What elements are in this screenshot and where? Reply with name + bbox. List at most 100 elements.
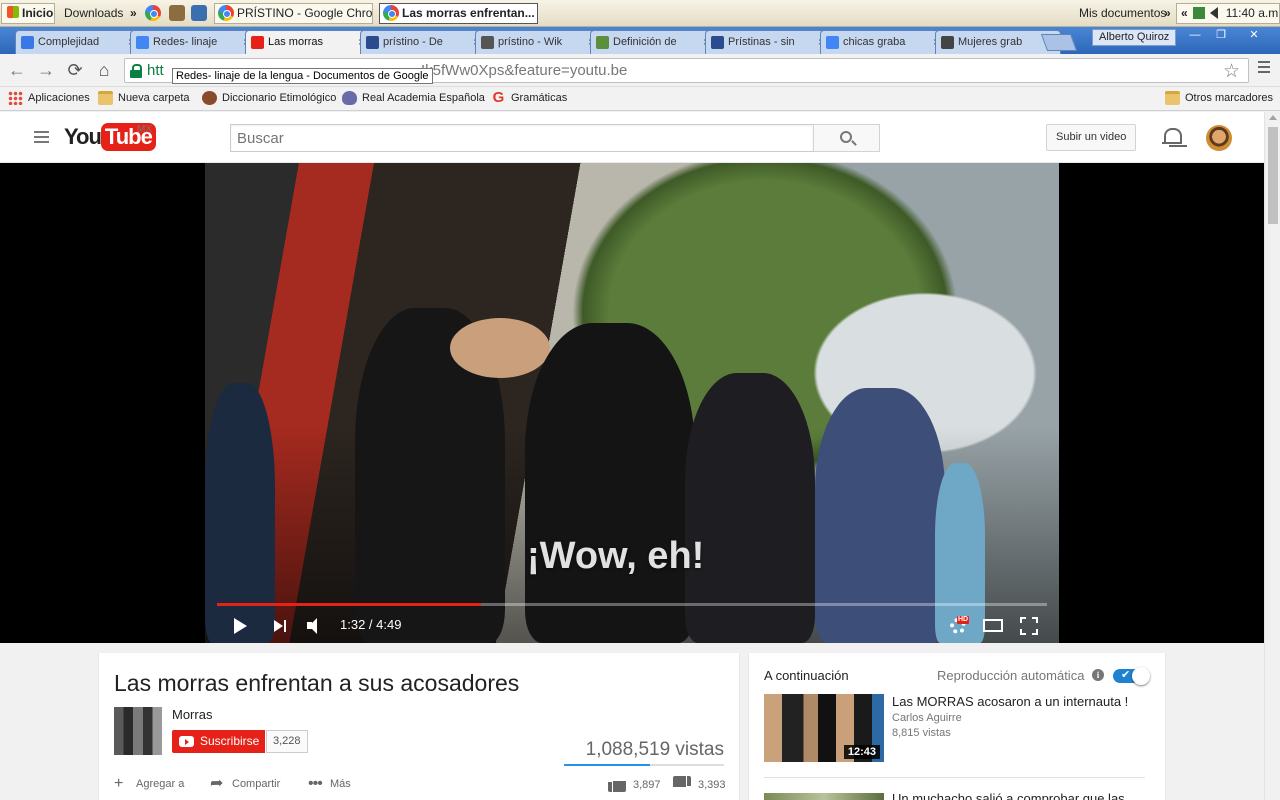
search-button[interactable]: [813, 124, 880, 152]
browser-tab[interactable]: Las morras×: [245, 30, 371, 55]
reload-button[interactable]: ⟳: [64, 60, 86, 82]
profile-button[interactable]: Alberto Quiroz: [1092, 29, 1177, 46]
channel-name[interactable]: Morras: [172, 707, 212, 722]
thumbs-up-icon[interactable]: [608, 776, 626, 792]
bookmark-star-icon[interactable]: ☆: [1223, 60, 1240, 83]
video-figure: [525, 323, 695, 643]
add-to-button[interactable]: + Agregar a: [114, 775, 185, 792]
gramaticas-icon: G: [492, 89, 505, 106]
taskbar-window-active[interactable]: Las morras enfrentan...: [379, 3, 538, 24]
more-button[interactable]: ••• Más: [308, 775, 351, 792]
page-scrollbar[interactable]: [1264, 112, 1280, 800]
youtube-icon: [251, 36, 264, 49]
browser-tab[interactable]: prístino - Wik×: [475, 30, 601, 54]
browser-tab[interactable]: Redes- linaje×: [130, 30, 256, 54]
recommendation-title[interactable]: Un muchacho salió a comprobar que las: [892, 791, 1125, 800]
taskbar-window-label: Las morras enfrentan...: [402, 6, 535, 20]
tab-tooltip: Redes- linaje de la lengua - Documentos …: [172, 68, 433, 84]
thumbs-down-icon[interactable]: [673, 776, 691, 792]
subscribe-button[interactable]: Suscribirse: [172, 730, 266, 753]
quicklaunch-chevron-icon[interactable]: »: [124, 3, 143, 24]
subscribe-label: Suscribirse: [200, 734, 260, 748]
recommendation-title[interactable]: Las MORRAS acosaron a un internauta !: [892, 694, 1142, 709]
home-button[interactable]: ⌂: [93, 60, 115, 82]
bookmark-other[interactable]: Otros marcadores: [1165, 91, 1273, 106]
bookmark-rae[interactable]: Real Academia Española: [342, 91, 485, 106]
video-player[interactable]: ¡Wow, eh! 1:32 / 4:49 HD: [0, 163, 1264, 643]
chrome-menu-icon[interactable]: [1258, 61, 1270, 73]
tray-expand-icon[interactable]: «: [1181, 6, 1188, 20]
app-quicklaunch-icon[interactable]: [169, 5, 185, 21]
downloads-shortcut[interactable]: Downloads: [58, 3, 129, 24]
upload-button[interactable]: Subir un video: [1046, 124, 1137, 151]
start-label: Inicio: [22, 6, 54, 20]
tab-title: Redes- linaje: [153, 36, 218, 48]
autoplay-toggle[interactable]: ✔: [1113, 667, 1150, 685]
progress-bar[interactable]: [217, 603, 1047, 606]
volume-tray-icon[interactable]: [1210, 7, 1219, 19]
bookmark-apps[interactable]: Aplicaciones: [8, 91, 90, 106]
bookmark-gramaticas[interactable]: G Gramáticas: [491, 89, 568, 106]
new-tab-button[interactable]: [1040, 34, 1078, 51]
os-taskbar: Inicio Downloads » PRÍSTINO - Google Chr…: [0, 0, 1280, 27]
bookmark-diccionario[interactable]: Diccionario Etimológico: [202, 91, 336, 106]
theater-mode-icon[interactable]: [983, 619, 1003, 632]
lock-icon[interactable]: [130, 64, 142, 78]
fullscreen-icon[interactable]: [1020, 617, 1038, 635]
divider: [764, 777, 1145, 778]
share-button[interactable]: ➦ Compartir: [210, 775, 280, 792]
browser-tab[interactable]: chicas graba×: [820, 30, 946, 54]
recommendation-channel[interactable]: Carlos Aguirre: [892, 712, 962, 724]
chrome-quicklaunch-icon[interactable]: [145, 5, 161, 21]
restore-button[interactable]: ❐: [1208, 28, 1234, 44]
folder-icon: [1165, 91, 1180, 105]
up-next-heading: A continuación: [764, 668, 849, 683]
clock[interactable]: 11:40 a.m.: [1226, 6, 1279, 20]
search-box[interactable]: [230, 124, 814, 152]
channel-thumbnail[interactable]: [114, 707, 162, 755]
google-icon: [826, 36, 839, 49]
start-button[interactable]: Inicio: [1, 3, 55, 24]
browser-tab[interactable]: Complejidad×: [15, 30, 141, 54]
folder-icon: [98, 91, 113, 105]
network-icon[interactable]: [1193, 7, 1206, 19]
tab-title: prístino - De: [383, 36, 443, 48]
account-avatar[interactable]: [1206, 125, 1232, 151]
bookmark-label: Gramáticas: [511, 92, 568, 104]
recommendation-thumbnail[interactable]: 12:43: [764, 694, 884, 762]
apps-icon: [8, 91, 23, 105]
browser-tab[interactable]: prístino - De×: [360, 30, 486, 54]
info-icon[interactable]: i: [1092, 669, 1104, 681]
hd-badge: HD: [957, 616, 970, 624]
plus-icon: +: [114, 775, 124, 792]
scrollbar-thumb[interactable]: [1268, 127, 1278, 224]
back-button[interactable]: ←: [6, 60, 28, 82]
taskbar-window-chrome[interactable]: PRÍSTINO - Google Chrome: [214, 3, 373, 24]
share-arrow-icon: ➦: [210, 775, 224, 792]
autoplay-label: Reproducción automática: [937, 668, 1085, 683]
minimize-button[interactable]: —: [1182, 28, 1208, 44]
add-to-label: Agregar a: [136, 778, 185, 790]
close-window-button[interactable]: ✕: [1234, 28, 1274, 44]
notifications-bell-icon[interactable]: [1162, 126, 1182, 148]
tab-title: Mujeres grab: [958, 36, 1023, 48]
browser-tab[interactable]: Definición de×: [590, 30, 716, 54]
volume-icon[interactable]: [307, 618, 325, 634]
play-icon[interactable]: [234, 618, 247, 634]
url-scheme: htt: [147, 62, 164, 79]
video-frame[interactable]: ¡Wow, eh!: [205, 163, 1059, 643]
bookmark-label: Real Academia Española: [362, 92, 485, 104]
url-text[interactable]: Ik5fWw0Xps&feature=youtu.be: [421, 62, 627, 79]
forward-button[interactable]: →: [35, 60, 57, 82]
browser-quicklaunch-icon[interactable]: [191, 5, 207, 21]
next-video-icon[interactable]: [274, 618, 288, 634]
toolbar-chevron-icon[interactable]: »: [1158, 3, 1177, 24]
more-dots-icon: •••: [308, 775, 323, 792]
browser-tab[interactable]: Prístinas - sin×: [705, 30, 831, 54]
bookmark-nueva-carpeta[interactable]: Nueva carpeta: [98, 91, 190, 106]
guide-menu-icon[interactable]: [34, 131, 49, 143]
bookmark-label: Aplicaciones: [28, 92, 90, 104]
search-input[interactable]: [231, 125, 813, 151]
recommendation-thumbnail[interactable]: [764, 793, 884, 800]
scroll-up-arrow-icon[interactable]: [1269, 115, 1277, 120]
